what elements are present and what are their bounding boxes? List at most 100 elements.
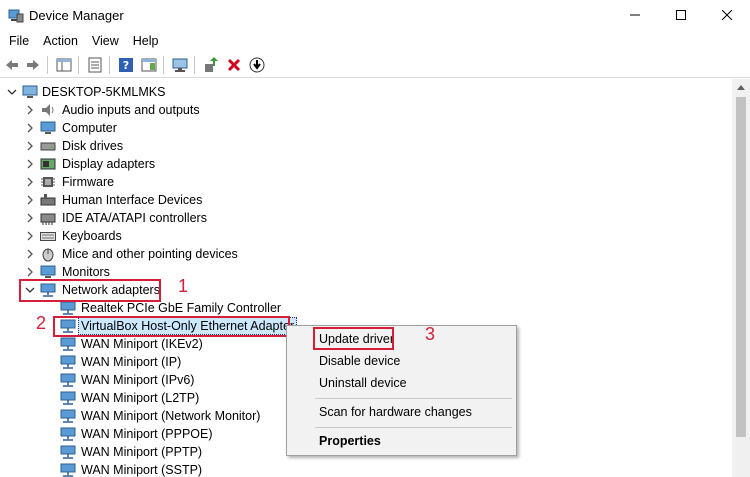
properties-icon xyxy=(88,57,102,73)
menu-file[interactable]: File xyxy=(2,30,36,52)
keyboard-icon xyxy=(40,232,56,241)
network-adapter-icon xyxy=(60,373,76,387)
network-adapter-item[interactable]: WAN Miniport (IPv6) xyxy=(0,371,320,389)
close-button[interactable] xyxy=(704,0,750,30)
toolbar-separator xyxy=(163,56,164,74)
toolbar-separator xyxy=(78,56,79,74)
network-adapter-item[interactable]: WAN Miniport (SSTP) xyxy=(0,461,320,477)
scrollbar-thumb[interactable] xyxy=(736,97,746,437)
disk-drive-icon xyxy=(40,142,56,151)
chevron-right-icon[interactable] xyxy=(25,123,35,133)
network-adapter-item[interactable]: WAN Miniport (PPPOE) xyxy=(0,425,320,443)
menu-action[interactable]: Action xyxy=(36,30,85,52)
network-adapter-icon xyxy=(60,463,76,477)
network-adapter-icon xyxy=(60,391,76,405)
category-label: Keyboards xyxy=(62,229,122,243)
toolbar-separator xyxy=(109,56,110,74)
computer-icon xyxy=(22,85,38,98)
maximize-button[interactable] xyxy=(658,0,704,30)
download-arrow-icon xyxy=(249,57,265,73)
tree-category[interactable]: Human Interface Devices xyxy=(0,191,300,209)
annotation-number-3: 3 xyxy=(425,324,436,344)
network-adapter-item[interactable]: WAN Miniport (PPTP) xyxy=(0,443,320,461)
chevron-right-icon[interactable] xyxy=(25,159,35,169)
forward-button[interactable] xyxy=(23,55,43,75)
menu-bar: File Action View Help xyxy=(0,30,750,52)
tree-category[interactable]: Mice and other pointing devices xyxy=(0,245,300,263)
tree-category[interactable]: Display adapters xyxy=(0,155,300,173)
update-driver-toolbar-button[interactable] xyxy=(201,55,221,75)
network-adapter-item[interactable]: WAN Miniport (Network Monitor) xyxy=(0,407,320,425)
network-adapter-icon xyxy=(60,355,76,369)
tree-category[interactable]: Disk drives xyxy=(0,137,300,155)
network-adapter-label: WAN Miniport (L2TP) xyxy=(81,391,200,405)
category-label: IDE ATA/ATAPI controllers xyxy=(62,211,207,225)
action-pane-button[interactable] xyxy=(139,55,159,75)
window-title: Device Manager xyxy=(29,8,124,23)
category-label: Display adapters xyxy=(62,157,156,171)
tree-category[interactable]: IDE ATA/ATAPI controllers xyxy=(0,209,300,227)
context-uninstall-device[interactable]: Uninstall device xyxy=(319,373,407,393)
minimize-button[interactable] xyxy=(612,0,658,30)
forward-arrow-icon xyxy=(27,60,39,70)
network-adapter-icon xyxy=(60,301,76,315)
network-adapter-item[interactable]: WAN Miniport (L2TP) xyxy=(0,389,320,407)
tree-category[interactable]: Firmware xyxy=(0,173,300,191)
scroll-up-icon[interactable] xyxy=(736,83,746,91)
network-adapter-label: WAN Miniport (PPTP) xyxy=(81,445,203,459)
toolbar: ? xyxy=(0,52,750,78)
uninstall-device-toolbar-button[interactable] xyxy=(224,55,244,75)
chevron-down-icon[interactable] xyxy=(7,87,17,97)
chevron-right-icon[interactable] xyxy=(25,231,35,241)
menu-view[interactable]: View xyxy=(85,30,126,52)
red-x-icon xyxy=(227,58,241,72)
tree-category[interactable]: Audio inputs and outputs xyxy=(0,101,300,119)
network-adapter-item[interactable]: WAN Miniport (IP) xyxy=(0,353,320,371)
back-arrow-icon xyxy=(6,60,18,70)
network-adapter-icon xyxy=(60,427,76,441)
toolbar-separator xyxy=(194,56,195,74)
monitor-icon xyxy=(40,265,56,278)
display-adapter-icon xyxy=(40,158,56,170)
back-button[interactable] xyxy=(2,55,22,75)
network-adapter-icon xyxy=(60,409,76,423)
network-adapter-icon xyxy=(60,445,76,459)
tree-category[interactable]: Keyboards xyxy=(0,227,300,245)
chevron-right-icon[interactable] xyxy=(25,267,35,277)
chevron-right-icon[interactable] xyxy=(25,249,35,259)
enable-device-toolbar-button[interactable] xyxy=(247,55,267,75)
menu-help[interactable]: Help xyxy=(126,30,166,52)
highlight-box-network-adapters xyxy=(19,279,161,302)
properties-toolbar-button[interactable] xyxy=(85,55,105,75)
vertical-scrollbar[interactable] xyxy=(732,79,750,477)
scan-hardware-toolbar-button[interactable] xyxy=(170,55,190,75)
category-label: Computer xyxy=(62,121,117,135)
chevron-right-icon[interactable] xyxy=(25,141,35,151)
ide-controller-icon xyxy=(40,213,56,225)
annotation-number-1: 1 xyxy=(178,276,189,296)
tree-root-label: DESKTOP-5KMLMKS xyxy=(42,85,166,99)
tree-category[interactable]: Computer xyxy=(0,119,300,137)
help-icon: ? xyxy=(119,58,133,72)
help-toolbar-button[interactable]: ? xyxy=(116,55,136,75)
context-scan-hardware[interactable]: Scan for hardware changes xyxy=(319,402,472,422)
category-label: Firmware xyxy=(62,175,115,189)
context-separator xyxy=(315,427,512,428)
title-bar: Device Manager xyxy=(0,0,750,30)
network-adapter-label: WAN Miniport (IP) xyxy=(81,355,182,369)
maximize-icon xyxy=(676,10,686,20)
network-adapter-label: WAN Miniport (IKEv2) xyxy=(81,337,203,351)
highlight-box-update-driver xyxy=(313,327,394,350)
chevron-right-icon[interactable] xyxy=(25,105,35,115)
tree-root[interactable]: DESKTOP-5KMLMKS xyxy=(0,83,300,101)
chevron-right-icon[interactable] xyxy=(25,213,35,223)
context-disable-device[interactable]: Disable device xyxy=(319,351,400,371)
network-adapter-label: WAN Miniport (IPv6) xyxy=(81,373,195,387)
context-properties[interactable]: Properties xyxy=(319,431,381,451)
toolbar-separator xyxy=(47,56,48,74)
show-hide-console-tree-button[interactable] xyxy=(54,55,74,75)
chevron-right-icon[interactable] xyxy=(25,177,35,187)
network-adapter-item[interactable]: WAN Miniport (IKEv2) xyxy=(0,335,320,353)
chevron-right-icon[interactable] xyxy=(25,195,35,205)
network-adapter-label: WAN Miniport (Network Monitor) xyxy=(81,409,261,423)
